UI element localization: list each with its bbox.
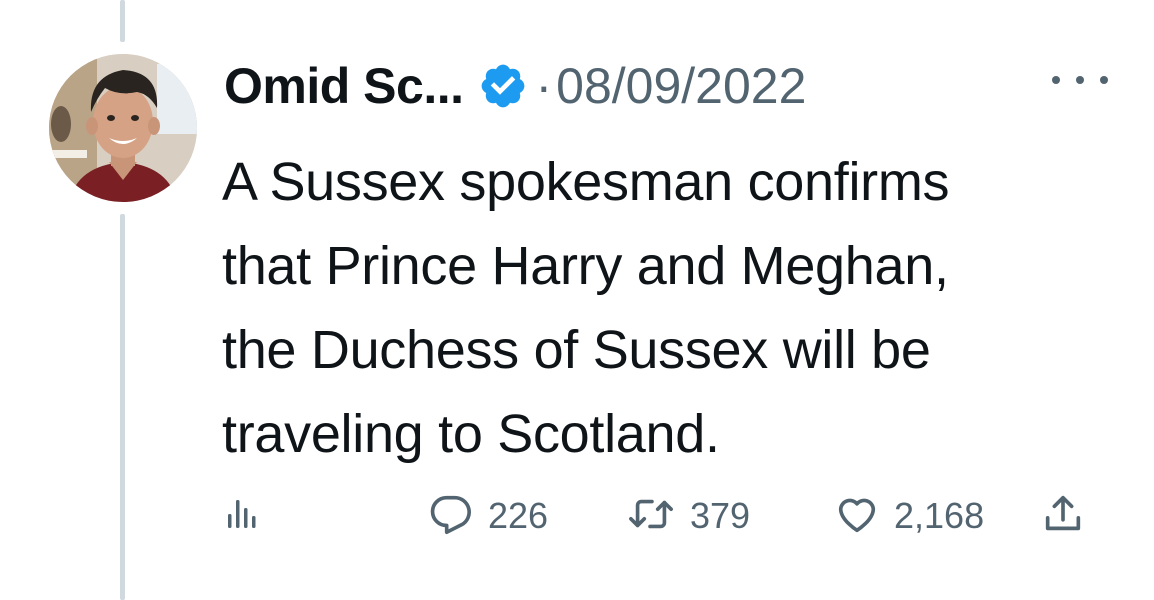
share-button[interactable] [1040, 488, 1086, 544]
analytics-button[interactable] [222, 488, 262, 544]
tweet-date[interactable]: 08/09/2022 [556, 57, 806, 115]
retweet-count: 379 [690, 495, 751, 536]
reply-icon [428, 491, 474, 542]
like-icon [834, 491, 880, 542]
reply-button[interactable]: 226 [428, 488, 548, 544]
header-separator: · [535, 58, 553, 114]
author-name[interactable]: Omid Sc... [224, 57, 464, 115]
avatar[interactable] [49, 54, 197, 202]
verified-badge-icon [478, 61, 528, 111]
tweet-header: Omid Sc... · 08/09/2022 [224, 46, 806, 126]
tweet-text: A Sussex spokesman confirms that Prince … [222, 152, 950, 464]
more-options-icon[interactable] [1052, 68, 1108, 92]
retweet-button[interactable]: 379 [626, 488, 750, 544]
like-button[interactable]: 2,168 [834, 488, 984, 544]
analytics-icon [222, 494, 262, 539]
like-count: 2,168 [894, 495, 985, 536]
reply-count: 226 [488, 495, 549, 536]
tweet-actions: 226 379 2,168 [0, 488, 1154, 544]
thread-line-top [120, 0, 125, 42]
retweet-icon [626, 491, 676, 542]
share-icon [1040, 491, 1086, 542]
